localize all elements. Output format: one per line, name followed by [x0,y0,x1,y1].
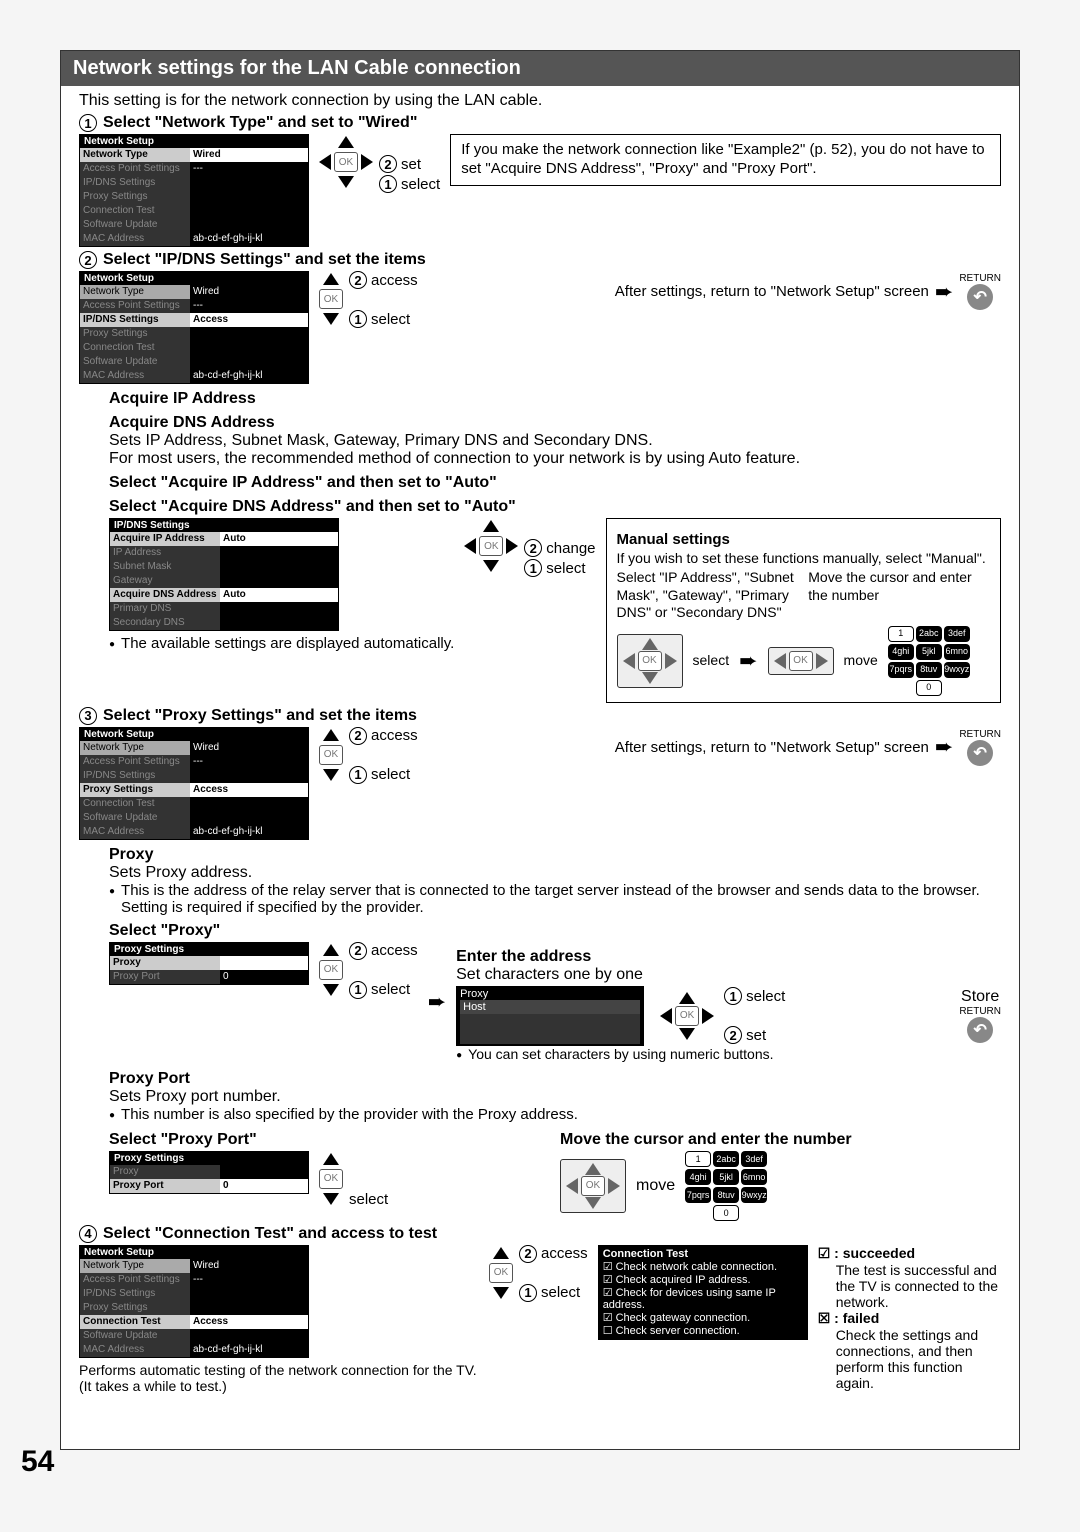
dpad-labels: 2set 1select [379,136,440,193]
up-icon [483,520,499,532]
dpad-group: OK 2set 1select [319,136,440,193]
step4-title: 4 Select "Connection Test" and access to… [79,1225,1001,1243]
up-icon [323,273,339,285]
menu-title: Network Setup [80,272,308,285]
step1-note: If you make the network connection like … [450,134,1001,186]
test-item: Check acquired IP address. [603,1273,803,1286]
arrow-right-icon: ➨ [739,647,757,675]
step1-row: Network Setup Network TypeWired Access P… [79,134,1001,247]
ok-button[interactable]: OK [319,745,343,765]
proxy-section: Proxy Sets Proxy address. This is the ad… [109,846,1001,1221]
lbl-set: set [401,156,421,173]
test-item: Check server connection. [603,1324,803,1337]
test-item: Check for devices using same IP address. [603,1286,803,1311]
network-setup-menu-3: Network Setup Network TypeWired Access P… [79,727,309,840]
dpad-icon: OK [768,647,834,675]
proxy-settings-menu: Proxy Settings Proxy Proxy Port0 [109,942,309,985]
return-icon[interactable]: ↶ [967,1017,993,1043]
menu-title: Network Setup [80,135,308,148]
network-setup-menu-1: Network Setup Network TypeWired Access P… [79,134,309,247]
ok-button[interactable]: OK [319,1169,343,1189]
test-item: Check network cable connection. [603,1260,803,1273]
up-icon [338,136,354,148]
menu-item: MAC Address [80,232,190,246]
lbl-select: select [401,176,440,193]
step1-heading: Select "Network Type" and set to "Wired" [103,114,417,132]
intro-text: This setting is for the network connecti… [79,92,1001,110]
return-icon[interactable]: ↶ [967,284,993,310]
char-grid[interactable] [460,1014,640,1044]
test-item: Check gateway connection. [603,1311,803,1324]
network-setup-menu-4: Network Setup Network TypeWired Access P… [79,1245,309,1358]
menu-item: Network Type [80,148,190,162]
menu-item: Connection Test [80,204,190,218]
label-select: select [693,652,730,670]
menu-item: Proxy Settings [80,190,190,204]
return-icon[interactable]: ↶ [967,740,993,766]
step-badge-2: 2 [79,251,97,269]
ok-button[interactable]: OK [489,1263,513,1283]
menu-value: Wired [190,148,308,162]
menu-value: ab-cd-ef-gh-ij-kl [190,232,308,246]
menu-value: --- [190,162,308,176]
page-content: This setting is for the network connecti… [61,86,1019,1400]
arrow-right-icon: ➨ [935,279,953,305]
dpad-icon: OK [617,634,683,688]
menu-item: Access Point Settings [80,162,190,176]
left-icon [319,154,331,170]
step3-title: 3 Select "Proxy Settings" and set the it… [79,707,1001,725]
arrow-right-icon: ➨ [935,734,953,760]
arrow-right-icon: ➨ [428,989,446,1015]
manual-settings-box: Manual settings If you wish to set these… [606,518,1001,703]
step-badge-1: 1 [79,114,97,132]
acquire-section: Acquire IP Address Acquire DNS Address S… [109,390,1001,703]
ok-button[interactable]: OK [319,960,343,980]
ok-button[interactable]: OK [675,1006,699,1026]
proxy-settings-menu-2: Proxy Settings Proxy Proxy Port0 [109,1151,309,1194]
cross-icon [818,1310,834,1326]
check-icon [818,1245,834,1261]
step-badge-3: 3 [79,707,97,725]
step2-heading: Select "IP/DNS Settings" and set the ite… [103,251,426,269]
manual-page: Network settings for the LAN Cable conne… [60,50,1020,1450]
menu-item: IP/DNS Settings [80,176,190,190]
down-icon [338,176,354,188]
step-badge-4: 4 [79,1225,97,1243]
label-move: move [844,652,878,670]
page-number: 54 [21,1445,54,1479]
ok-button[interactable]: OK [319,289,343,309]
numeric-keypad[interactable]: 12abc3def 4ghi5jkl6mno 7pqrs8tuv9wxyz 0 [685,1151,767,1221]
page-title: Network settings for the LAN Cable conne… [61,51,1019,86]
step1-title: 1 Select "Network Type" and set to "Wire… [79,114,1001,132]
store-label: Store [961,988,999,1006]
network-setup-menu-2: Network Setup Network TypeWired Access P… [79,271,309,384]
return-bar: After settings, return to "Network Setup… [428,273,1001,310]
step2-row: Network Setup Network TypeWired Access P… [79,271,1001,384]
numeric-keypad[interactable]: 12abc3def 4ghi5jkl6mno 7pqrs8tuv9wxyz 0 [888,626,970,696]
right-icon [361,154,373,170]
step2-title: 2 Select "IP/DNS Settings" and set the i… [79,251,1001,269]
ipdns-menu: IP/DNS Settings Acquire IP AddressAuto I… [109,518,339,631]
ok-button[interactable]: OK [334,152,358,172]
menu-item: Software Update [80,218,190,232]
down-icon [323,313,339,325]
return-label: RETURN [959,273,1001,284]
ok-button[interactable]: OK [479,536,503,556]
